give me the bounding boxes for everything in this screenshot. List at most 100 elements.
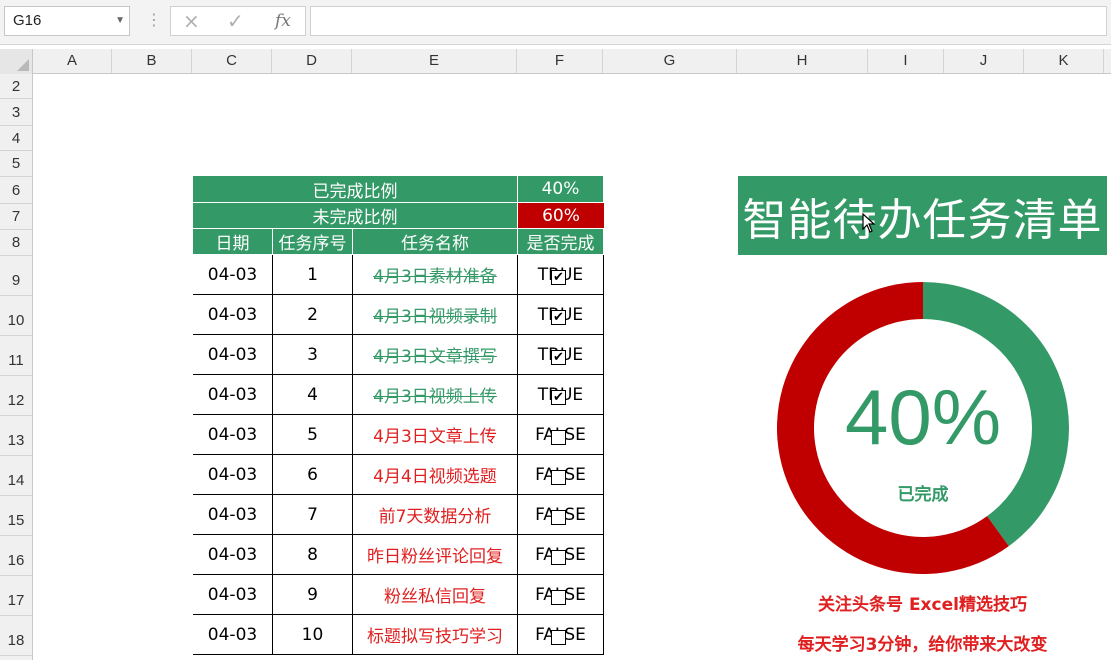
column-header-e[interactable]: E xyxy=(352,49,517,73)
cell-task-no[interactable]: 10 xyxy=(273,615,353,655)
column-header-b[interactable]: B xyxy=(112,49,192,73)
checkbox-unchecked-icon[interactable] xyxy=(551,510,566,525)
row-header-15[interactable]: 15 xyxy=(0,496,32,536)
cell-date[interactable]: 04-03 xyxy=(193,295,273,335)
cell-task-name[interactable]: 4月3日素材准备 xyxy=(353,255,518,295)
cell-task-no[interactable]: 8 xyxy=(273,535,353,575)
checkbox-checked-icon[interactable]: ✔ xyxy=(551,310,566,325)
cell-task-name[interactable]: 4月4日视频选题 xyxy=(353,455,518,495)
row-header-8[interactable]: 8 xyxy=(0,230,32,256)
checkbox-unchecked-icon[interactable] xyxy=(551,590,566,605)
column-header-k[interactable]: K xyxy=(1024,49,1104,73)
incomplete-ratio-value[interactable]: 60% xyxy=(518,203,604,229)
incomplete-ratio-label[interactable]: 未完成比例 xyxy=(193,203,518,229)
column-header-a[interactable]: A xyxy=(33,49,112,73)
cell-date[interactable]: 04-03 xyxy=(193,255,273,295)
cell-date[interactable]: 04-03 xyxy=(193,455,273,495)
cell-task-no[interactable]: 1 xyxy=(273,255,353,295)
cell-task-name[interactable]: 标题拟写技巧学习 xyxy=(353,615,518,655)
name-box[interactable]: G16 ▼ xyxy=(4,6,130,36)
cell-date[interactable]: 04-03 xyxy=(193,375,273,415)
fx-icon[interactable]: fx xyxy=(275,7,291,35)
completed-ratio-value[interactable]: 40% xyxy=(518,176,604,203)
header-done[interactable]: 是否完成 xyxy=(518,229,604,255)
row-header-17[interactable]: 17 xyxy=(0,576,32,616)
cell-done-status[interactable]: TRUE✔ xyxy=(518,335,604,375)
select-all-button[interactable] xyxy=(0,49,33,74)
row-header-4[interactable]: 4 xyxy=(0,126,32,151)
row-header-14[interactable]: 14 xyxy=(0,456,32,496)
cell-task-name[interactable]: 昨日粉丝评论回复 xyxy=(353,535,518,575)
cancel-icon[interactable]: × xyxy=(183,7,200,35)
row-header-11[interactable]: 11 xyxy=(0,336,32,376)
cell-done-status[interactable]: TRUE✔ xyxy=(518,255,604,295)
cell-date[interactable]: 04-03 xyxy=(193,415,273,455)
cell-done-status[interactable]: FALSE xyxy=(518,535,604,575)
cell-date[interactable]: 04-03 xyxy=(193,335,273,375)
cell-task-name[interactable]: 粉丝私信回复 xyxy=(353,575,518,615)
cell-done-status[interactable]: FALSE xyxy=(518,495,604,535)
column-header-h[interactable]: H xyxy=(737,49,868,73)
row-header-7[interactable]: 7 xyxy=(0,204,32,230)
checkbox-unchecked-icon[interactable] xyxy=(551,470,566,485)
cell-date[interactable]: 04-03 xyxy=(193,535,273,575)
row-header-9[interactable]: 9 xyxy=(0,256,32,296)
checkbox-unchecked-icon[interactable] xyxy=(551,430,566,445)
column-header-f[interactable]: F xyxy=(517,49,603,73)
chevron-down-icon[interactable]: ▼ xyxy=(115,7,125,35)
column-header-d[interactable]: D xyxy=(272,49,352,73)
checkbox-unchecked-icon[interactable] xyxy=(551,630,566,645)
cell-date[interactable]: 04-03 xyxy=(193,575,273,615)
row-header-5[interactable]: 5 xyxy=(0,151,32,177)
column-header-g[interactable]: G xyxy=(603,49,737,73)
column-header-c[interactable]: C xyxy=(192,49,272,73)
cell-done-status[interactable]: FALSE xyxy=(518,455,604,495)
cell-task-name[interactable]: 4月3日视频录制 xyxy=(353,295,518,335)
cell-done-status[interactable]: FALSE xyxy=(518,575,604,615)
checkbox-checked-icon[interactable]: ✔ xyxy=(551,350,566,365)
row-header-12[interactable]: 12 xyxy=(0,376,32,416)
dashboard-title[interactable]: 智能待办任务清单 xyxy=(738,176,1107,255)
cell-task-no[interactable]: 9 xyxy=(273,575,353,615)
header-task-no[interactable]: 任务序号 xyxy=(273,229,353,255)
check-icon[interactable]: ✓ xyxy=(227,7,244,35)
cell-done-status[interactable]: TRUE✔ xyxy=(518,295,604,335)
row-header-2[interactable]: 2 xyxy=(0,74,32,99)
checkbox-checked-icon[interactable]: ✔ xyxy=(551,390,566,405)
row-header-16[interactable]: 16 xyxy=(0,536,32,576)
name-box-value: G16 xyxy=(13,12,42,29)
row-header-3[interactable]: 3 xyxy=(0,99,32,126)
column-header-j[interactable]: J xyxy=(944,49,1024,73)
checkbox-unchecked-icon[interactable] xyxy=(551,550,566,565)
cell-task-no[interactable]: 6 xyxy=(273,455,353,495)
column-header-i[interactable]: I xyxy=(868,49,944,73)
formula-input[interactable] xyxy=(310,6,1107,36)
cell-task-name[interactable]: 4月3日文章上传 xyxy=(353,415,518,455)
cell-task-no[interactable]: 5 xyxy=(273,415,353,455)
row-header-10[interactable]: 10 xyxy=(0,296,32,336)
header-date[interactable]: 日期 xyxy=(193,229,273,255)
row-header-bar: 2 3 4 5 6 7 8 9 10 11 12 13 14 15 16 17 18 xyxy=(0,74,33,660)
cell-task-name[interactable]: 前7天数据分析 xyxy=(353,495,518,535)
header-task-name[interactable]: 任务名称 xyxy=(353,229,518,255)
cell-task-name[interactable]: 4月3日文章撰写 xyxy=(353,335,518,375)
cell-task-no[interactable]: 7 xyxy=(273,495,353,535)
cell-task-no[interactable]: 2 xyxy=(273,295,353,335)
cell-done-status[interactable]: FALSE xyxy=(518,415,604,455)
cell-task-no[interactable]: 3 xyxy=(273,335,353,375)
row-header-6[interactable]: 6 xyxy=(0,177,32,204)
completed-ratio-label[interactable]: 已完成比例 xyxy=(193,176,518,203)
mouse-cursor-icon xyxy=(862,213,876,233)
formula-bar: G16 ▼ ⋮ × ✓ fx xyxy=(0,0,1111,45)
cell-task-no[interactable]: 4 xyxy=(273,375,353,415)
donut-percent-label: 40% xyxy=(844,373,1002,461)
row-header-13[interactable]: 13 xyxy=(0,416,32,456)
cell-task-name[interactable]: 4月3日视频上传 xyxy=(353,375,518,415)
cell-done-status[interactable]: FALSE xyxy=(518,615,604,655)
cell-date[interactable]: 04-03 xyxy=(193,495,273,535)
row-header-18[interactable]: 18 xyxy=(0,616,32,656)
cell-done-status[interactable]: TRUE✔ xyxy=(518,375,604,415)
cell-date[interactable]: 04-03 xyxy=(193,615,273,655)
checkbox-checked-icon[interactable]: ✔ xyxy=(551,270,566,285)
formula-buttons: × ✓ fx xyxy=(170,6,306,36)
